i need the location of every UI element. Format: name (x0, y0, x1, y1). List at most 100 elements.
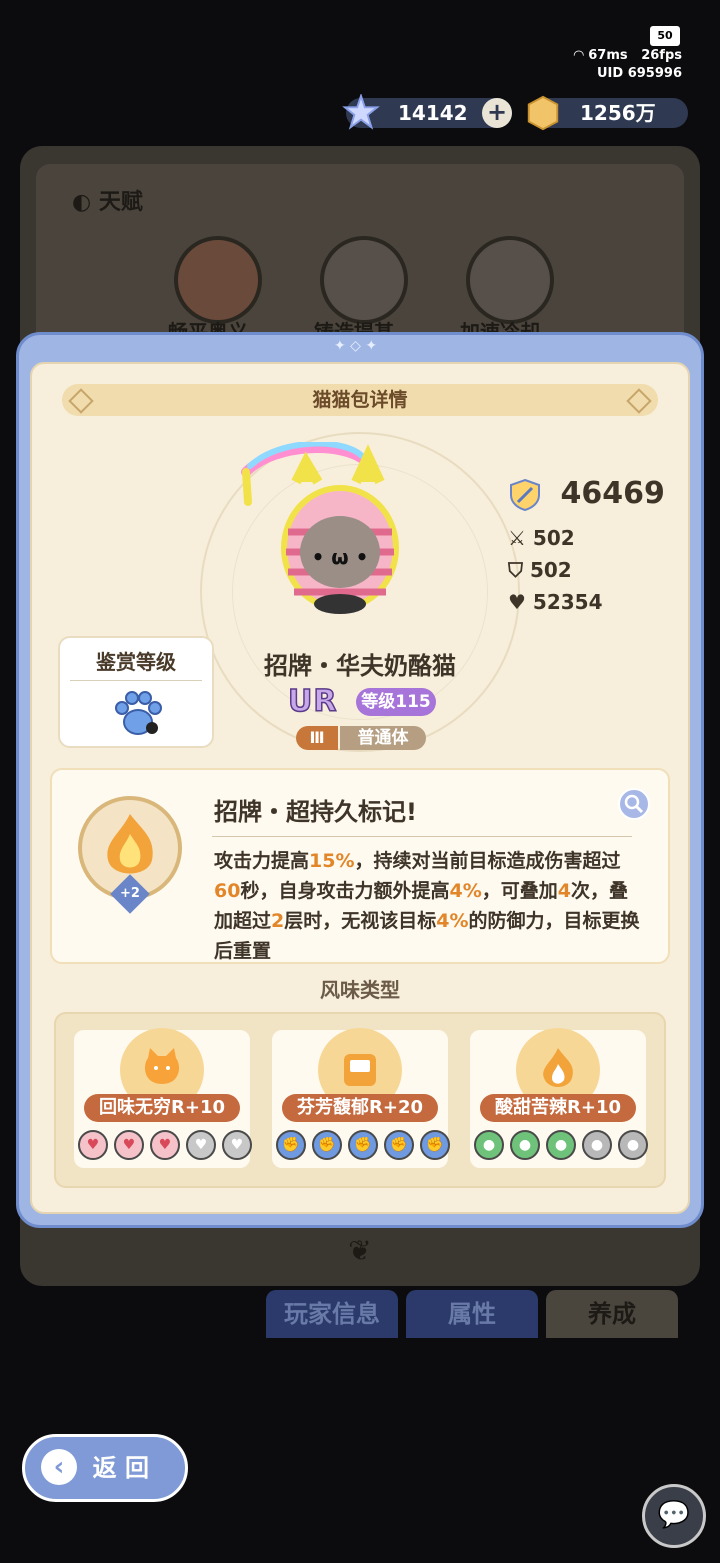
flavor-label-3: 酸甜苦辣R+10 (480, 1094, 636, 1122)
divider (70, 680, 202, 681)
cat-artwork: • ω • (241, 442, 399, 614)
hp-value: 52354 (532, 590, 603, 614)
sword-shield-icon (510, 478, 540, 511)
star-gem-icon (342, 94, 380, 130)
rarity-badge: UR (287, 683, 338, 720)
uid-label: UID (597, 66, 624, 81)
defense-row: ⛉ 502 (508, 558, 572, 582)
skill-card: +2 招牌・超持久标记! 攻击力提高15%，持续对当前目标造成伤害超过 60秒，自… (50, 768, 670, 964)
talent-1-icon[interactable] (174, 236, 262, 324)
power-row: 46469 (508, 476, 665, 512)
flavor-dots-2: ✊ ✊ ✊ ✊ ✊ (276, 1130, 450, 1160)
gem-amount: 14142 (398, 101, 468, 125)
ornament-icon: ✦ ◇ ✦ (334, 338, 378, 354)
drumstick-filled-icon: ● (474, 1130, 504, 1160)
desc-value: 60 (214, 880, 241, 902)
shield-icon: ⛉ (508, 558, 530, 582)
heart-filled-icon: ♥ (150, 1130, 180, 1160)
drumstick-filled-icon: ● (510, 1130, 540, 1160)
back-arrow-icon: ‹ (41, 1449, 77, 1485)
back-button[interactable]: ‹ 返 回 (22, 1434, 188, 1502)
fist-icon: ✊ (384, 1130, 414, 1160)
desc-text: ，可叠加 (481, 880, 558, 902)
heart-empty-icon: ♥ (222, 1130, 252, 1160)
swords-icon: ⚔ (508, 526, 533, 550)
desc-value: 4% (436, 910, 469, 932)
heart-icon: ♥ (508, 590, 533, 614)
fps-text: 26fps (641, 48, 682, 63)
gold-currency: 1256万 (527, 95, 688, 131)
status-info: 50 ◠ 67ms 26fps UID 695996 (542, 26, 682, 86)
tab-attributes[interactable]: 属性 (406, 1290, 538, 1338)
attack-value: 502 (532, 526, 575, 550)
skill-description: 攻击力提高15%，持续对当前目标造成伤害超过60秒，自身攻击力额外提高4%，可叠… (214, 846, 644, 962)
defense-value: 502 (529, 558, 572, 582)
hp-row: ♥ 52354 (508, 590, 603, 614)
flavor-label-2: 芬芳馥郁R+20 (282, 1094, 438, 1122)
skill-divider (212, 836, 632, 837)
uid-value: 695996 (627, 66, 682, 81)
tier-badge: Ⅲ (296, 726, 338, 750)
modal-header: 猫猫包详情 (62, 384, 658, 416)
cat-name: 招牌・华夫奶酪猫 (264, 652, 456, 680)
talent-title-text: 天赋 (98, 190, 143, 215)
bottom-ornament-icon: ❦ (348, 1234, 372, 1267)
body-type-badge: 普通体 (340, 726, 426, 750)
fist-icon: ✊ (276, 1130, 306, 1160)
talent-3-icon[interactable] (466, 236, 554, 324)
desc-text: ，持续对当前目标造成伤害超过 (354, 850, 621, 872)
uid-row: UID 695996 (597, 66, 682, 81)
flavor-label-1: 回味无穷R+10 (84, 1094, 240, 1122)
desc-value: 4 (557, 880, 571, 902)
desc-value: 2 (271, 910, 285, 932)
chat-bubble-icon: 💬 (657, 1500, 691, 1530)
attack-row: ⚔ 502 (508, 526, 575, 550)
wifi-icon: ◠ (573, 48, 589, 63)
paw-icon (115, 691, 162, 735)
desc-value: 4% (449, 880, 482, 902)
power-value: 46469 (560, 476, 665, 511)
skill-level-text: +2 (120, 885, 140, 901)
heart-filled-icon: ♥ (114, 1130, 144, 1160)
ping-text: 67ms (588, 48, 628, 63)
battery-indicator: 50 (650, 26, 680, 46)
desc-text: 秒，自身攻击力额外提高 (240, 880, 450, 902)
heart-empty-icon: ♥ (186, 1130, 216, 1160)
tab-player-info[interactable]: 玩家信息 (266, 1290, 398, 1338)
drumstick-empty-icon: ● (618, 1130, 648, 1160)
tab-develop[interactable]: 养成 (546, 1290, 678, 1338)
fist-icon: ✊ (348, 1130, 378, 1160)
back-label: 返 回 (92, 1454, 149, 1482)
diamond-right-icon (626, 388, 652, 414)
flavor-dots-1: ♥ ♥ ♥ ♥ ♥ (78, 1130, 252, 1160)
gem-currency: 14142 + (342, 94, 512, 130)
appreciation-card[interactable]: 鉴赏等级 (58, 636, 214, 748)
appreciation-label: 鉴赏等级 (96, 650, 176, 674)
chat-button[interactable]: 💬 (642, 1484, 706, 1548)
skill-title: 招牌・超持久标记! (214, 798, 417, 826)
desc-text: 层时，无视该目标 (284, 910, 437, 932)
magnifier-icon (624, 794, 644, 814)
talent-title: ◐ 天赋 (72, 184, 143, 216)
drumstick-empty-icon: ● (582, 1130, 612, 1160)
magnify-button[interactable] (618, 788, 650, 820)
diamond-left-icon (68, 388, 94, 414)
fist-icon: ✊ (312, 1130, 342, 1160)
desc-value: 15% (309, 850, 355, 872)
network-stats: ◠ 67ms 26fps (574, 48, 682, 63)
desc-text: 攻击力提高 (214, 850, 310, 872)
svg-text:• ω •: • ω • (312, 545, 369, 569)
talent-2-icon[interactable] (320, 236, 408, 324)
add-gems-button[interactable]: + (482, 98, 512, 128)
heart-filled-icon: ♥ (78, 1130, 108, 1160)
modal-title: 猫猫包详情 (312, 389, 408, 411)
flavor-title: 风味类型 (320, 978, 400, 1002)
flavor-dots-3: ● ● ● ● ● (474, 1130, 648, 1160)
skill-flame-icon: +2 (78, 796, 182, 914)
gold-hex-icon (527, 95, 559, 131)
talent-icon: ◐ (72, 190, 99, 215)
level-badge: 等级115 (356, 688, 436, 716)
fist-icon: ✊ (420, 1130, 450, 1160)
drumstick-filled-icon: ● (546, 1130, 576, 1160)
gold-amount: 1256万 (580, 101, 656, 125)
